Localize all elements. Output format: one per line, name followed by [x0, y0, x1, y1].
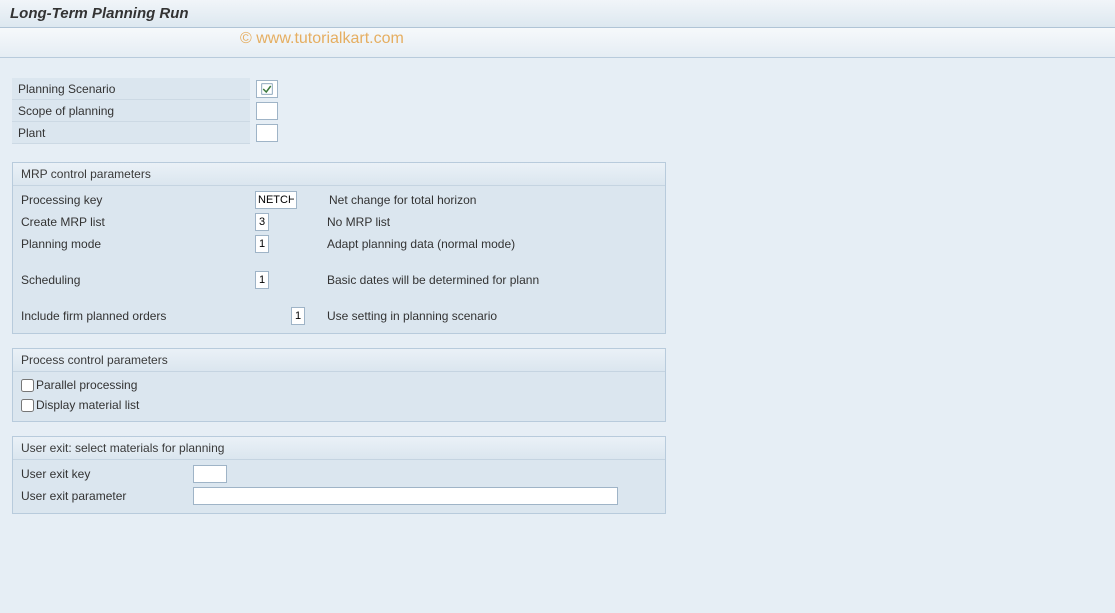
user-exit-key-row: User exit key — [17, 463, 661, 485]
planning-scenario-row: Planning Scenario — [12, 78, 1103, 100]
title-bar: Long-Term Planning Run — [0, 0, 1115, 28]
include-firm-input[interactable] — [291, 307, 305, 325]
page-title: Long-Term Planning Run — [10, 5, 189, 22]
plant-label: Plant — [12, 122, 250, 144]
gap-row-2 — [17, 291, 661, 305]
parallel-checkbox[interactable] — [21, 379, 34, 392]
scope-input[interactable] — [256, 102, 278, 120]
user-exit-panel-body: User exit key User exit parameter — [13, 460, 665, 513]
process-panel-body: Parallel processing Display material lis… — [13, 372, 665, 421]
selection-block: Planning Scenario Scope of planning Plan… — [12, 78, 1103, 144]
parallel-row: Parallel processing — [17, 375, 661, 395]
scope-row: Scope of planning — [12, 100, 1103, 122]
plant-row: Plant — [12, 122, 1103, 144]
user-exit-panel-header: User exit: select materials for planning — [13, 437, 665, 460]
create-mrp-label: Create MRP list — [17, 212, 249, 232]
create-mrp-row: Create MRP list No MRP list — [17, 211, 661, 233]
process-panel: Process control parameters Parallel proc… — [12, 348, 666, 422]
scheduling-label: Scheduling — [17, 270, 249, 290]
toolbar-row — [0, 28, 1115, 58]
processing-key-desc: Net change for total horizon — [329, 193, 476, 207]
display-list-row: Display material list — [17, 395, 661, 415]
mrp-panel: MRP control parameters Processing key Ne… — [12, 162, 666, 334]
scheduling-row: Scheduling Basic dates will be determine… — [17, 269, 661, 291]
planning-mode-label: Planning mode — [17, 234, 249, 254]
display-list-checkbox[interactable] — [21, 399, 34, 412]
user-exit-key-input[interactable] — [193, 465, 227, 483]
plant-input[interactable] — [256, 124, 278, 142]
planning-mode-desc: Adapt planning data (normal mode) — [327, 237, 515, 251]
processing-key-label: Processing key — [17, 190, 249, 210]
planning-mode-input[interactable] — [255, 235, 269, 253]
scope-label: Scope of planning — [12, 100, 250, 122]
processing-key-input[interactable] — [255, 191, 297, 209]
mrp-panel-header: MRP control parameters — [13, 163, 665, 186]
display-list-label: Display material list — [36, 398, 139, 412]
user-exit-panel: User exit: select materials for planning… — [12, 436, 666, 514]
parallel-label: Parallel processing — [36, 378, 137, 392]
scheduling-desc: Basic dates will be determined for plann — [327, 273, 539, 287]
planning-scenario-input-box[interactable] — [256, 80, 278, 98]
processing-key-row: Processing key Net change for total hori… — [17, 189, 661, 211]
planning-mode-row: Planning mode Adapt planning data (norma… — [17, 233, 661, 255]
include-firm-desc: Use setting in planning scenario — [327, 309, 497, 323]
check-required-icon — [261, 83, 273, 95]
process-panel-header: Process control parameters — [13, 349, 665, 372]
create-mrp-input[interactable] — [255, 213, 269, 231]
user-exit-param-input[interactable] — [193, 487, 618, 505]
planning-scenario-label: Planning Scenario — [12, 78, 250, 100]
user-exit-key-label: User exit key — [17, 464, 187, 484]
content-area: Planning Scenario Scope of planning Plan… — [0, 58, 1115, 540]
create-mrp-desc: No MRP list — [327, 215, 390, 229]
user-exit-param-label: User exit parameter — [17, 486, 187, 506]
include-firm-label: Include firm planned orders — [17, 306, 249, 326]
user-exit-param-row: User exit parameter — [17, 485, 661, 507]
gap-row-1 — [17, 255, 661, 269]
include-firm-row: Include firm planned orders Use setting … — [17, 305, 661, 327]
scheduling-input[interactable] — [255, 271, 269, 289]
mrp-panel-body: Processing key Net change for total hori… — [13, 186, 665, 333]
